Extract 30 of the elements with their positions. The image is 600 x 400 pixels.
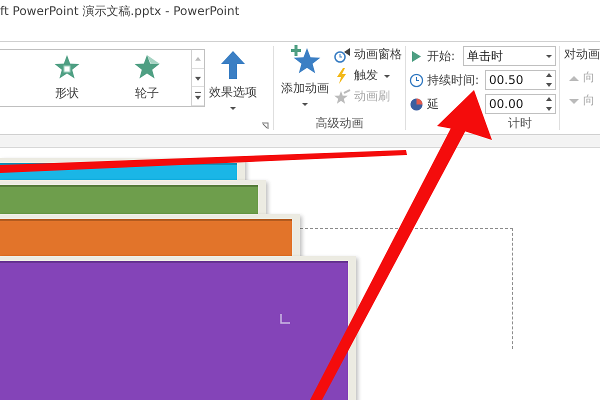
up-arrow-icon [220,50,246,80]
group-title: 对动画 [564,46,600,63]
star-plus-icon [289,44,321,76]
field-label: 持续时间: [427,72,480,88]
field-label: 延 [427,96,439,112]
effect-options-button[interactable]: 效果选项 [205,42,261,134]
caret-icon [301,101,309,107]
spin-arrows-icon [545,95,553,113]
field-label: 开始: [427,48,456,64]
ribbon-command[interactable]: 动画窗格 [333,46,402,63]
dialog-launcher-icon [261,122,269,130]
spin-arrows-icon [545,71,553,89]
window-title: ft PowerPoint 演示文稿.pptx - PowerPoint [0,3,240,20]
group-label: 计时 [507,115,533,132]
caret-icon [229,105,237,111]
add-animation-button[interactable]: 添加动画 [277,42,333,115]
animation-option[interactable]: 轮子 [120,50,174,106]
pie-icon [409,96,424,112]
number-spinner[interactable]: 00.00 [485,94,556,114]
group-label: 高级动画 [314,115,364,132]
number-spinner[interactable]: 00.50 [485,70,556,90]
corner-mark-icon [280,314,290,324]
clock-icon [409,72,424,88]
animation-option[interactable]: 形状 [40,50,94,106]
ribbon-command[interactable]: 触发 [333,67,402,84]
caret-icon [383,72,391,78]
caret-icon [545,53,553,59]
start-dropdown[interactable]: 单击时 [463,46,556,66]
timer-icon [333,46,351,62]
star-brush-icon [333,88,351,104]
